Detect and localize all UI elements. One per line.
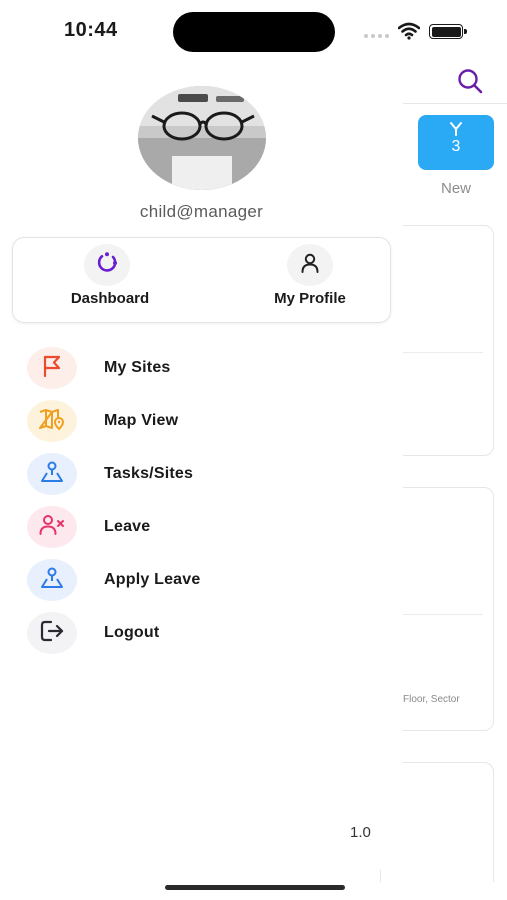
dashboard-button[interactable]: Dashboard bbox=[13, 238, 203, 324]
logout-icon-wrap bbox=[27, 612, 77, 654]
battery-icon bbox=[429, 24, 467, 39]
menu-item-tasks-sites[interactable]: Tasks/Sites bbox=[0, 449, 403, 499]
user-icon bbox=[299, 252, 321, 279]
new-count-badge[interactable]: 3 bbox=[418, 115, 494, 170]
location-pin-icon bbox=[39, 460, 65, 489]
menu-item-label: My Sites bbox=[104, 359, 171, 376]
my-profile-button[interactable]: My Profile bbox=[203, 238, 393, 324]
menu-item-label: Map View bbox=[104, 412, 179, 429]
user-email: child@manager bbox=[139, 202, 264, 221]
user-remove-icon bbox=[38, 513, 66, 542]
dashboard-icon-wrap bbox=[84, 244, 130, 286]
map-icon bbox=[38, 407, 66, 436]
profile-icon-wrap bbox=[287, 244, 333, 286]
menu-item-apply-leave[interactable]: Apply Leave bbox=[0, 555, 403, 605]
location-pin-icon bbox=[39, 566, 65, 595]
menu-item-logout[interactable]: Logout bbox=[0, 608, 403, 658]
signal-dots-icon bbox=[364, 34, 390, 38]
tasks-sites-icon-wrap bbox=[27, 453, 77, 495]
logout-icon bbox=[39, 619, 65, 648]
status-bar: 10:44 bbox=[0, 0, 507, 60]
header-divider bbox=[403, 103, 507, 104]
my-sites-icon-wrap bbox=[27, 347, 77, 389]
app-version: 1.0 bbox=[350, 824, 371, 841]
menu-item-label: Apply Leave bbox=[104, 571, 201, 588]
menu-item-my-sites[interactable]: My Sites bbox=[0, 343, 403, 393]
badge-count: 3 bbox=[451, 138, 461, 155]
dynamic-island bbox=[173, 12, 335, 52]
flag-icon bbox=[40, 354, 64, 383]
new-label: New bbox=[440, 180, 471, 197]
menu-item-map-view[interactable]: Map View bbox=[0, 396, 403, 446]
apply-leave-icon-wrap bbox=[27, 559, 77, 601]
wifi-icon bbox=[397, 22, 421, 45]
home-indicator[interactable] bbox=[165, 885, 345, 890]
menu-item-label: Logout bbox=[104, 624, 160, 641]
map-view-icon-wrap bbox=[27, 400, 77, 442]
menu-item-label: Tasks/Sites bbox=[104, 465, 194, 482]
status-time: 10:44 bbox=[64, 19, 118, 41]
quick-actions-card: Dashboard My Profile bbox=[12, 237, 391, 323]
navigation-drawer: child@manager Dashboard My Profile My Si… bbox=[0, 60, 403, 870]
search-icon[interactable] bbox=[455, 67, 485, 100]
dashboard-refresh-icon bbox=[94, 250, 120, 281]
menu-item-label: Leave bbox=[104, 518, 151, 535]
leave-icon-wrap bbox=[27, 506, 77, 548]
menu-item-leave[interactable]: Leave bbox=[0, 502, 403, 552]
my-profile-label: My Profile bbox=[274, 290, 346, 307]
dashboard-label: Dashboard bbox=[70, 290, 150, 307]
card-address-text: Floor, Sector bbox=[403, 694, 460, 705]
avatar[interactable] bbox=[138, 86, 266, 190]
